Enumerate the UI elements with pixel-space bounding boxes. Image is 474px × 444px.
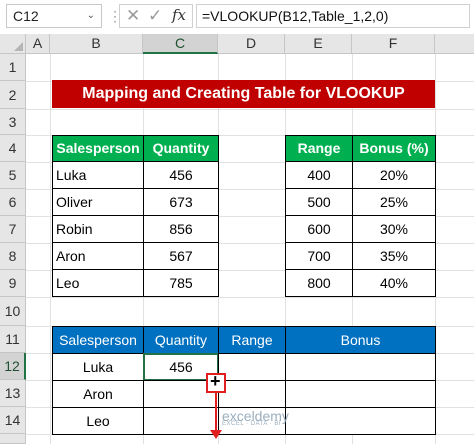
table2-cell[interactable]: 500 bbox=[285, 188, 353, 216]
table2-header-range[interactable]: Range bbox=[285, 135, 353, 162]
name-box-value: C12 bbox=[13, 8, 39, 24]
column-header-c[interactable]: C bbox=[143, 34, 218, 54]
name-box[interactable]: C12 ⌄ bbox=[6, 4, 102, 28]
table2-cell[interactable]: 20% bbox=[352, 161, 436, 189]
table1-cell[interactable]: Luka bbox=[52, 161, 144, 189]
formula-bar: C12 ⌄ ⋮ ✕ ✓ fx =VLOOKUP(B12,Table_1,2,0) bbox=[0, 0, 474, 35]
watermark-logo: exceldemy EXCEL · DATA · BI bbox=[222, 408, 289, 427]
table2-header-bonus[interactable]: Bonus (%) bbox=[352, 135, 436, 162]
row-header-5[interactable]: 5 bbox=[0, 162, 26, 189]
table1-cell[interactable]: Aron bbox=[52, 242, 144, 270]
column-header-a[interactable]: A bbox=[26, 34, 50, 54]
formula-input[interactable]: =VLOOKUP(B12,Table_1,2,0) bbox=[196, 4, 470, 28]
drag-arrow bbox=[215, 393, 217, 433]
table2-cell[interactable]: 40% bbox=[352, 269, 436, 297]
table3-cell[interactable] bbox=[218, 380, 286, 408]
select-all-corner[interactable] bbox=[0, 34, 26, 54]
chevron-down-icon[interactable]: ⌄ bbox=[87, 5, 95, 27]
table3-cell[interactable]: Aron bbox=[52, 380, 144, 408]
insert-function-icon[interactable]: fx bbox=[172, 6, 186, 24]
page-title: Mapping and Creating Table for VLOOKUP bbox=[52, 80, 435, 108]
table3-header-bonus[interactable]: Bonus bbox=[285, 326, 436, 354]
table2-cell[interactable]: 35% bbox=[352, 242, 436, 270]
table3-header-quantity[interactable]: Quantity bbox=[143, 326, 219, 354]
table3-cell[interactable] bbox=[285, 380, 436, 408]
arrow-down-icon bbox=[210, 430, 222, 439]
table3-cell[interactable] bbox=[143, 407, 219, 435]
column-header-b[interactable]: B bbox=[50, 34, 143, 54]
column-header-e[interactable]: E bbox=[285, 34, 352, 54]
row-header-8[interactable]: 8 bbox=[0, 243, 26, 270]
table3-cell[interactable]: Leo bbox=[52, 407, 144, 435]
row-header-3[interactable]: 3 bbox=[0, 109, 26, 135]
row-header-10[interactable]: 10 bbox=[0, 297, 26, 326]
table1-cell[interactable]: Oliver bbox=[52, 188, 144, 216]
row-header-4[interactable]: 4 bbox=[0, 135, 26, 162]
table1-cell[interactable]: 567 bbox=[143, 242, 219, 270]
table2-cell[interactable]: 25% bbox=[352, 188, 436, 216]
table1-cell[interactable]: 456 bbox=[143, 161, 219, 189]
enter-icon[interactable]: ✓ bbox=[148, 6, 162, 26]
table3-cell[interactable] bbox=[285, 407, 436, 435]
table1-header-quantity[interactable]: Quantity bbox=[143, 135, 219, 162]
row-header-11[interactable]: 11 bbox=[0, 326, 26, 353]
table3-cell[interactable] bbox=[285, 353, 436, 381]
table1-cell[interactable]: 785 bbox=[143, 269, 219, 297]
fill-handle-cursor-icon[interactable]: + bbox=[206, 371, 226, 393]
row-header-2[interactable]: 2 bbox=[0, 81, 26, 109]
table2-cell[interactable]: 400 bbox=[285, 161, 353, 189]
table1-cell[interactable]: 673 bbox=[143, 188, 219, 216]
row-header-6[interactable]: 6 bbox=[0, 189, 26, 216]
row-header-9[interactable]: 9 bbox=[0, 270, 26, 297]
table1-header-salesperson[interactable]: Salesperson bbox=[52, 135, 144, 162]
row-header-14[interactable]: 14 bbox=[0, 407, 26, 434]
formula-buttons: ✕ ✓ fx bbox=[119, 4, 193, 28]
table1-cell[interactable]: Leo bbox=[52, 269, 144, 297]
table3-cell[interactable]: Luka bbox=[52, 353, 144, 381]
table3-cell[interactable] bbox=[218, 353, 286, 381]
column-header-f[interactable]: F bbox=[352, 34, 435, 54]
table2-cell[interactable]: 30% bbox=[352, 215, 436, 243]
row-header-12[interactable]: 12 bbox=[0, 353, 26, 380]
table1-cell[interactable]: 856 bbox=[143, 215, 219, 243]
column-header-g[interactable] bbox=[435, 34, 474, 54]
table2-cell[interactable]: 800 bbox=[285, 269, 353, 297]
table2-cell[interactable]: 600 bbox=[285, 215, 353, 243]
row-header-1[interactable]: 1 bbox=[0, 54, 26, 81]
table3-header-salesperson[interactable]: Salesperson bbox=[52, 326, 144, 354]
table2-cell[interactable]: 700 bbox=[285, 242, 353, 270]
cancel-icon[interactable]: ✕ bbox=[126, 6, 140, 26]
table3-header-range[interactable]: Range bbox=[218, 326, 286, 354]
column-header-d[interactable]: D bbox=[218, 34, 285, 54]
table1-cell[interactable]: Robin bbox=[52, 215, 144, 243]
row-header-7[interactable]: 7 bbox=[0, 216, 26, 243]
row-header-15[interactable] bbox=[0, 434, 26, 444]
row-header-13[interactable]: 13 bbox=[0, 380, 26, 407]
